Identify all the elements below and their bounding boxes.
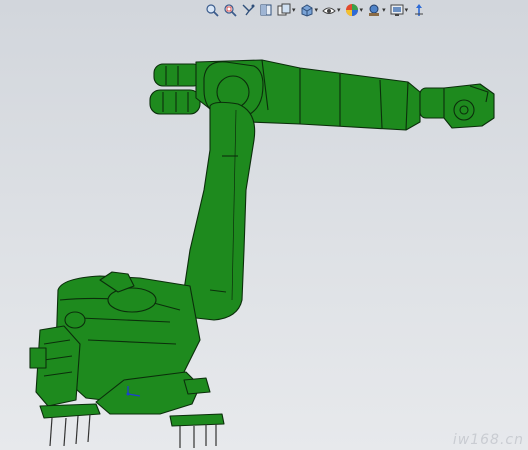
zoom-to-area-button[interactable] [222,1,238,19]
chevron-down-icon: ▾ [337,5,341,14]
graphics-viewport[interactable] [0,0,528,450]
triad-button[interactable] [411,1,427,19]
zoom-to-fit-icon [206,4,219,17]
lower-arm [183,101,256,321]
hide-show-items-button[interactable]: ▾ [321,1,342,19]
chevron-down-icon: ▾ [404,5,409,14]
heads-up-view-toolbar: ▾ ▾ ▾ ▾ ▾ ▾ [204,0,427,20]
previous-view-icon [242,4,255,16]
view-orientation-icon [277,3,291,16]
triad-icon [415,4,424,16]
chevron-down-icon: ▾ [382,5,386,14]
robot-base [29,271,201,415]
display-style-icon [301,4,313,17]
apply-scene-button[interactable]: ▾ [366,1,387,19]
chevron-down-icon: ▾ [359,5,364,14]
apply-scene-icon [369,4,380,16]
robot-arm-model[interactable] [29,59,495,448]
view-settings-button[interactable]: ▾ [389,1,410,19]
zoom-to-area-icon [224,4,237,17]
chevron-down-icon: ▾ [292,5,296,14]
view-orientation-button[interactable]: ▾ [276,1,297,19]
section-view-button[interactable] [258,1,274,19]
wrist [419,83,495,129]
chevron-down-icon: ▾ [314,5,319,14]
hide-show-items-icon [322,7,336,14]
edit-appearance-button[interactable]: ▾ [344,1,365,19]
zoom-to-fit-button[interactable] [204,1,220,19]
watermark-text: iw168.cn [452,432,524,448]
view-settings-icon [390,4,404,16]
display-style-button[interactable]: ▾ [299,1,320,19]
previous-view-button[interactable] [240,1,256,19]
section-view-icon [260,4,272,16]
edit-appearance-icon [345,4,358,16]
rear-motors [149,63,203,115]
